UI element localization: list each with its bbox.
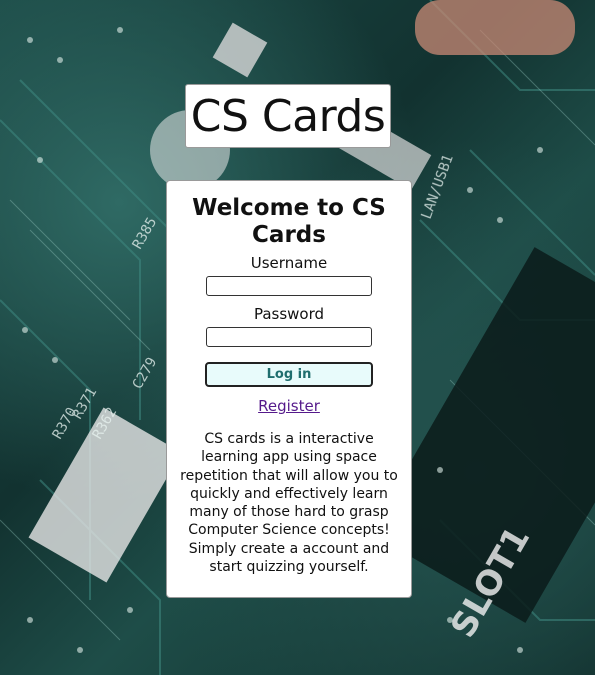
imprint-c279: C279: [130, 355, 161, 392]
password-input[interactable]: [206, 327, 372, 347]
imprint-r370: R370: [50, 405, 81, 442]
register-link[interactable]: Register: [258, 397, 320, 415]
username-label: Username: [250, 254, 328, 272]
app-title-box: CS Cards: [185, 84, 391, 148]
welcome-heading: Welcome to CS Cards: [192, 195, 386, 248]
username-input[interactable]: [206, 276, 372, 296]
login-panel: Welcome to CS Cards Username Password Lo…: [166, 180, 412, 598]
password-label: Password: [253, 305, 325, 323]
login-button[interactable]: Log in: [205, 362, 373, 387]
app-title: CS Cards: [190, 90, 386, 142]
imprint-r385: R385: [130, 215, 161, 252]
app-description: CS cards is a interactive learning app u…: [180, 431, 398, 576]
